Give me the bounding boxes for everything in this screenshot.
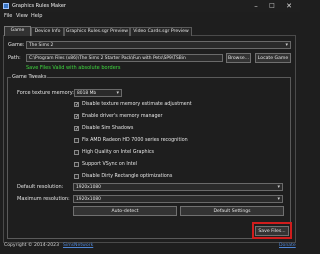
maximize-button[interactable]: □ bbox=[266, 1, 278, 11]
max-resolution-select[interactable]: 1920x1080 ▾ bbox=[73, 195, 283, 203]
highlight-box bbox=[252, 222, 292, 239]
max-resolution-label: Maximum resolution: bbox=[17, 196, 70, 202]
checkbox-disable-dirty-rectangle[interactable] bbox=[74, 174, 79, 179]
path-field[interactable]: C:\Program Files (x86)\The Sims 2 Starte… bbox=[26, 54, 223, 62]
checkbox-disable-texture-memory[interactable]: ✓ bbox=[74, 102, 79, 108]
game-select[interactable]: The Sims 2 ▾ bbox=[26, 41, 291, 49]
chevron-down-icon: ▾ bbox=[277, 196, 280, 202]
checkbox-label: Disable texture memory estimate adjustme… bbox=[82, 102, 192, 107]
auto-detect-button[interactable]: Auto-detect bbox=[73, 206, 177, 216]
force-memory-select[interactable]: 8018 Mb ▾ bbox=[74, 89, 122, 97]
donate-link[interactable]: Donate bbox=[279, 243, 296, 248]
menu-help[interactable]: Help bbox=[31, 13, 42, 19]
game-select-value: The Sims 2 bbox=[29, 43, 54, 48]
tab-game[interactable]: Game bbox=[4, 26, 31, 36]
tab-device-info[interactable]: Device Info bbox=[31, 27, 64, 36]
group-title: Game Tweaks bbox=[11, 74, 48, 80]
menu-file[interactable]: File bbox=[4, 13, 12, 19]
checkbox-fix-amd-radeon[interactable] bbox=[74, 138, 79, 143]
chevron-down-icon: ▾ bbox=[277, 184, 280, 190]
simsnetwork-link[interactable]: SimsNetwork bbox=[63, 243, 93, 248]
force-memory-value: 8018 Mb bbox=[77, 91, 97, 96]
browse-button[interactable]: Browse... bbox=[226, 53, 251, 63]
checkbox-enable-memory-manager[interactable]: ✓ bbox=[74, 114, 79, 120]
checkbox-label: Support VSync on Intel bbox=[82, 162, 137, 167]
checkbox-disable-sim-shadows[interactable]: ✓ bbox=[74, 126, 79, 132]
path-label: Path: bbox=[8, 55, 21, 61]
minimize-button[interactable]: – bbox=[250, 1, 262, 11]
checkbox-vsync-intel[interactable] bbox=[74, 162, 79, 167]
chevron-down-icon: ▾ bbox=[285, 42, 288, 48]
checkbox-label: Fix AMD Radeon HD 7000 series recognitio… bbox=[82, 138, 188, 143]
close-button[interactable]: ✕ bbox=[283, 1, 295, 11]
default-resolution-value: 1920x1080 bbox=[76, 185, 101, 190]
checkbox-high-quality-intel[interactable] bbox=[74, 150, 79, 155]
force-memory-label: Force texture memory: bbox=[17, 90, 74, 96]
default-resolution-label: Default resolution: bbox=[17, 184, 64, 190]
tab-graphics-rules-preview[interactable]: Graphics Rules.sgr Preview bbox=[64, 27, 130, 36]
max-resolution-value: 1920x1080 bbox=[76, 197, 101, 202]
chevron-down-icon: ▾ bbox=[116, 90, 119, 96]
checkbox-label: Disable Sim Shadows bbox=[82, 126, 134, 131]
game-label: Game: bbox=[8, 42, 25, 48]
default-resolution-select[interactable]: 1920x1080 ▾ bbox=[73, 183, 283, 191]
menu-view[interactable]: View bbox=[16, 13, 28, 19]
app-icon bbox=[3, 3, 9, 9]
default-settings-button[interactable]: Default Settings bbox=[180, 206, 284, 216]
window-title: Graphics Rules Maker bbox=[12, 3, 66, 9]
locate-game-button[interactable]: Locate Game bbox=[255, 53, 291, 63]
checkbox-label: Disable Dirty Rectangle optimizations bbox=[82, 174, 173, 179]
menu-bar bbox=[0, 12, 300, 21]
checkbox-label: Enable driver's memory manager bbox=[82, 114, 163, 119]
checkbox-label: High Quality on Intel Graphics bbox=[82, 150, 155, 155]
tab-video-cards-preview[interactable]: Video Cards.sgr Preview bbox=[130, 27, 192, 36]
status-message: Save Files Valid with absolute borders bbox=[26, 65, 121, 71]
copyright-text: Copyright © 2014-2023 bbox=[4, 243, 59, 248]
